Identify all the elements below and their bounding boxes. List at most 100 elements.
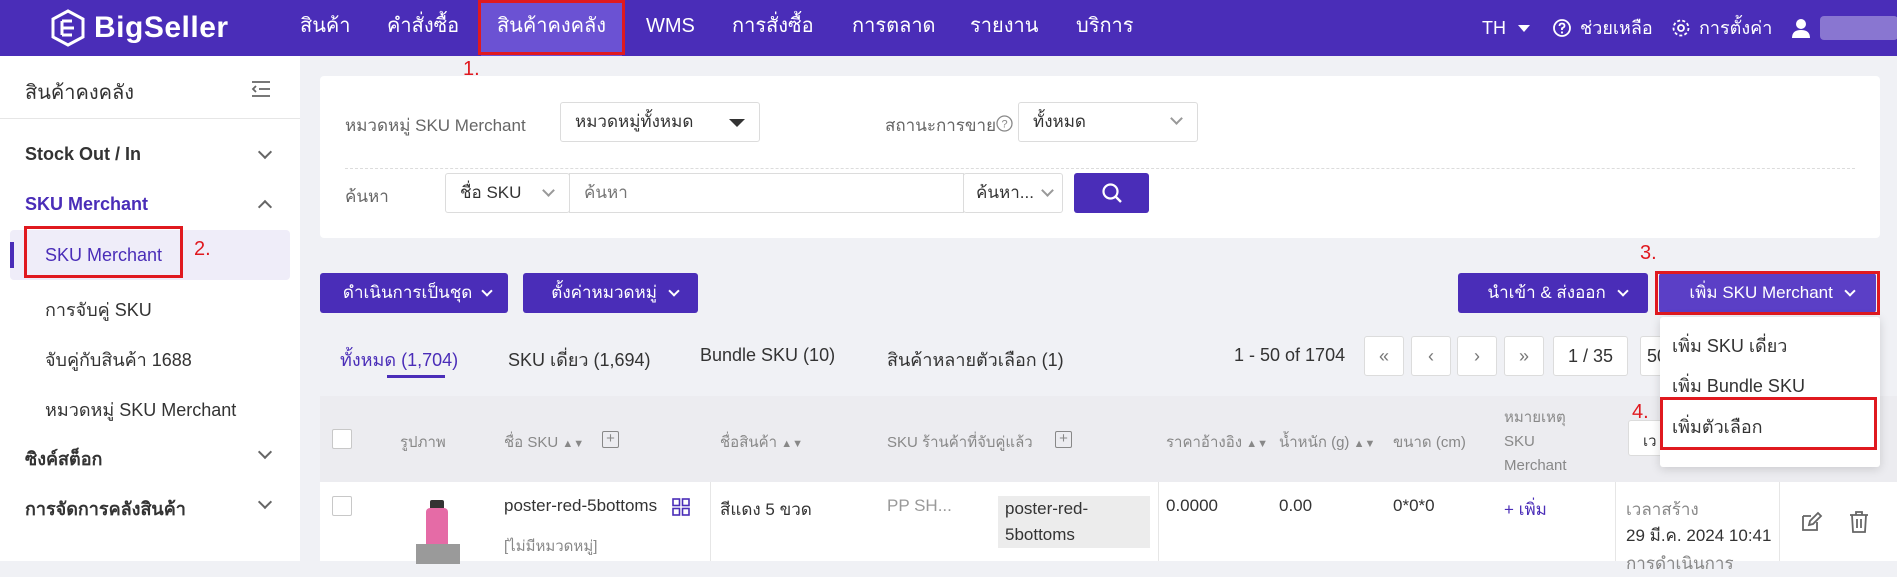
- svg-text:?: ?: [1001, 119, 1007, 131]
- import-export-button[interactable]: นำเข้า & ส่งออก: [1458, 273, 1648, 313]
- chevron-down-icon: [257, 444, 273, 460]
- product-thumbnail[interactable]: [416, 500, 460, 564]
- sales-status-select[interactable]: ทั้งหมด: [1018, 102, 1198, 142]
- tab-bundle-sku[interactable]: Bundle SKU (10): [700, 345, 835, 366]
- sidebar-group-sync-stock[interactable]: ซิงค์สต็อก: [25, 444, 102, 473]
- row-checkbox[interactable]: [332, 496, 352, 516]
- annotation-box-3: [1655, 271, 1880, 315]
- info-icon[interactable]: ?: [996, 115, 1013, 132]
- select-all-checkbox[interactable]: [332, 429, 352, 449]
- annotation-box-2: [24, 226, 183, 278]
- double-chevron-right-icon: »: [1518, 346, 1529, 366]
- trash-icon[interactable]: [1848, 510, 1870, 534]
- header-sku-name[interactable]: ชื่อ SKU ▲▼: [504, 430, 584, 454]
- header-weight[interactable]: น้ำหนัก (g) ▲▼: [1279, 430, 1375, 454]
- header-product-name[interactable]: ชื่อสินค้า ▲▼: [720, 430, 803, 454]
- sidebar-group-stock[interactable]: Stock Out / In: [25, 144, 141, 165]
- column-divider: [710, 482, 711, 561]
- nav-wms[interactable]: WMS: [646, 0, 695, 56]
- sidebar-item-sku-category[interactable]: หมวดหมู่ SKU Merchant: [45, 395, 236, 424]
- help-link[interactable]: ช่วยเหลือ: [1552, 0, 1653, 56]
- chevron-right-icon: ›: [1474, 346, 1480, 366]
- table-row: poster-red-5bottoms [ไม่มีหมวดหมู่] สีแด…: [320, 482, 1897, 573]
- page-indicator[interactable]: 1 / 35: [1553, 336, 1628, 376]
- search-label: ค้นหา: [345, 187, 389, 206]
- set-category-button[interactable]: ตั้งค่าหมวดหมู่: [523, 273, 698, 313]
- tab-all[interactable]: ทั้งหมด (1,704): [340, 345, 458, 374]
- last-page-button[interactable]: »: [1504, 336, 1544, 376]
- chevron-left-icon: ‹: [1428, 346, 1434, 366]
- row-store-sku-tag[interactable]: poster-red- 5bottoms: [998, 496, 1150, 548]
- sidebar: สินค้าคงคลัง Stock Out / In SKU Merchant…: [0, 56, 300, 561]
- tab-single-sku[interactable]: SKU เดี่ยว (1,694): [508, 345, 651, 374]
- chevron-down-icon: [542, 184, 555, 197]
- nav-reports[interactable]: รายงาน: [970, 0, 1038, 56]
- annotation-box-4: [1660, 397, 1877, 450]
- search-mode-select[interactable]: ค้นหา...: [963, 173, 1063, 213]
- tab-variants[interactable]: สินค้าหลายตัวเลือก (1): [887, 345, 1064, 374]
- header-image: รูปภาพ: [400, 434, 446, 451]
- sidebar-item-match-1688[interactable]: จับคู่กับสินค้า 1688: [45, 345, 192, 374]
- chevron-down-icon: [1041, 184, 1054, 197]
- header-note-line-2: SKU: [1504, 433, 1535, 450]
- header-note: หมายเหตุ SKU Merchant: [1504, 406, 1567, 478]
- search-field-select[interactable]: ชื่อ SKU: [445, 173, 570, 213]
- chevron-down-icon: [481, 285, 493, 297]
- row-add-note-link[interactable]: + เพิ่ม: [1504, 496, 1547, 523]
- sidebar-item-sku-pairing[interactable]: การจับคู่ SKU: [45, 295, 152, 324]
- collapse-sidebar-icon[interactable]: [251, 80, 271, 98]
- row-sku-name[interactable]: poster-red-5bottoms: [504, 496, 657, 516]
- menu-item-add-bundle-sku[interactable]: เพิ่ม Bundle SKU: [1672, 371, 1805, 400]
- caret-down-icon: [1518, 24, 1530, 32]
- chevron-up-icon: [257, 199, 273, 215]
- prev-page-button[interactable]: ‹: [1411, 336, 1451, 376]
- search-button[interactable]: [1074, 173, 1149, 213]
- row-ref-price: 0.0000: [1166, 496, 1218, 515]
- search-icon: [1101, 183, 1122, 203]
- chevron-down-icon: [257, 494, 273, 510]
- add-column-icon[interactable]: +: [602, 431, 619, 448]
- row-operator-label: การดำเนินการ: [1626, 554, 1734, 573]
- header-ref-price[interactable]: ราคาอ้างอิง ▲▼: [1166, 430, 1268, 454]
- nav-products[interactable]: สินค้า: [300, 0, 351, 56]
- filter-panel: หมวดหมู่ SKU Merchant หมวดหมู่ทั้งหมด สถ…: [320, 76, 1880, 238]
- menu-item-add-single-sku[interactable]: เพิ่ม SKU เดี่ยว: [1672, 331, 1787, 360]
- settings-link[interactable]: การตั้งค่า: [1671, 0, 1772, 56]
- language-selector[interactable]: TH: [1482, 0, 1530, 56]
- sort-icon: ▲▼: [562, 438, 585, 450]
- brand-logo[interactable]: BigSeller: [50, 9, 229, 47]
- sort-icon: ▲▼: [781, 438, 804, 450]
- next-page-button[interactable]: ›: [1457, 336, 1497, 376]
- column-divider: [1615, 482, 1616, 561]
- category-select[interactable]: หมวดหมู่ทั้งหมด: [560, 102, 760, 142]
- search-field-value: ชื่อ SKU: [460, 183, 522, 202]
- category-filter-label: หมวดหมู่ SKU Merchant: [345, 116, 526, 135]
- sidebar-group-warehouse[interactable]: การจัดการคลังสินค้า: [25, 494, 186, 523]
- add-column-icon[interactable]: +: [1055, 431, 1072, 448]
- grid-icon[interactable]: [672, 498, 690, 516]
- category-select-value: หมวดหมู่ทั้งหมด: [575, 112, 694, 131]
- pagination-range: 1 - 50 of 1704: [1234, 345, 1346, 365]
- row-product-name: สีแดง 5 ขวด: [720, 500, 812, 519]
- bulk-action-button[interactable]: ดำเนินการเป็นชุด: [320, 273, 508, 313]
- search-input[interactable]: [569, 173, 964, 213]
- header-note-line-1: หมายเหตุ: [1504, 409, 1566, 426]
- edit-icon[interactable]: [1799, 510, 1823, 534]
- user-icon: [1792, 19, 1810, 38]
- first-page-button[interactable]: «: [1364, 336, 1404, 376]
- sidebar-title: สินค้าคงคลัง: [25, 82, 135, 104]
- sidebar-group-sku-merchant[interactable]: SKU Merchant: [25, 194, 148, 215]
- bulk-action-label: ดำเนินการเป็นชุด: [342, 283, 473, 302]
- double-chevron-left-icon: «: [1378, 346, 1389, 366]
- import-export-label: นำเข้า & ส่งออก: [1487, 283, 1606, 302]
- language-label: TH: [1482, 18, 1506, 38]
- nav-marketing[interactable]: การตลาด: [852, 0, 936, 56]
- nav-purchase[interactable]: การสั่งซื้อ: [732, 0, 814, 56]
- header-store-sku: SKU ร้านค้าที่จับคู่แล้ว: [887, 434, 1033, 451]
- user-menu[interactable]: [1790, 0, 1897, 56]
- nav-orders[interactable]: คำสั่งซื้อ: [387, 0, 459, 56]
- nav-services[interactable]: บริการ: [1076, 0, 1134, 56]
- row-no-category: [ไม่มีหมวดหมู่]: [504, 538, 598, 555]
- bigseller-logo-icon: [51, 9, 85, 47]
- chevron-down-icon: [257, 144, 273, 160]
